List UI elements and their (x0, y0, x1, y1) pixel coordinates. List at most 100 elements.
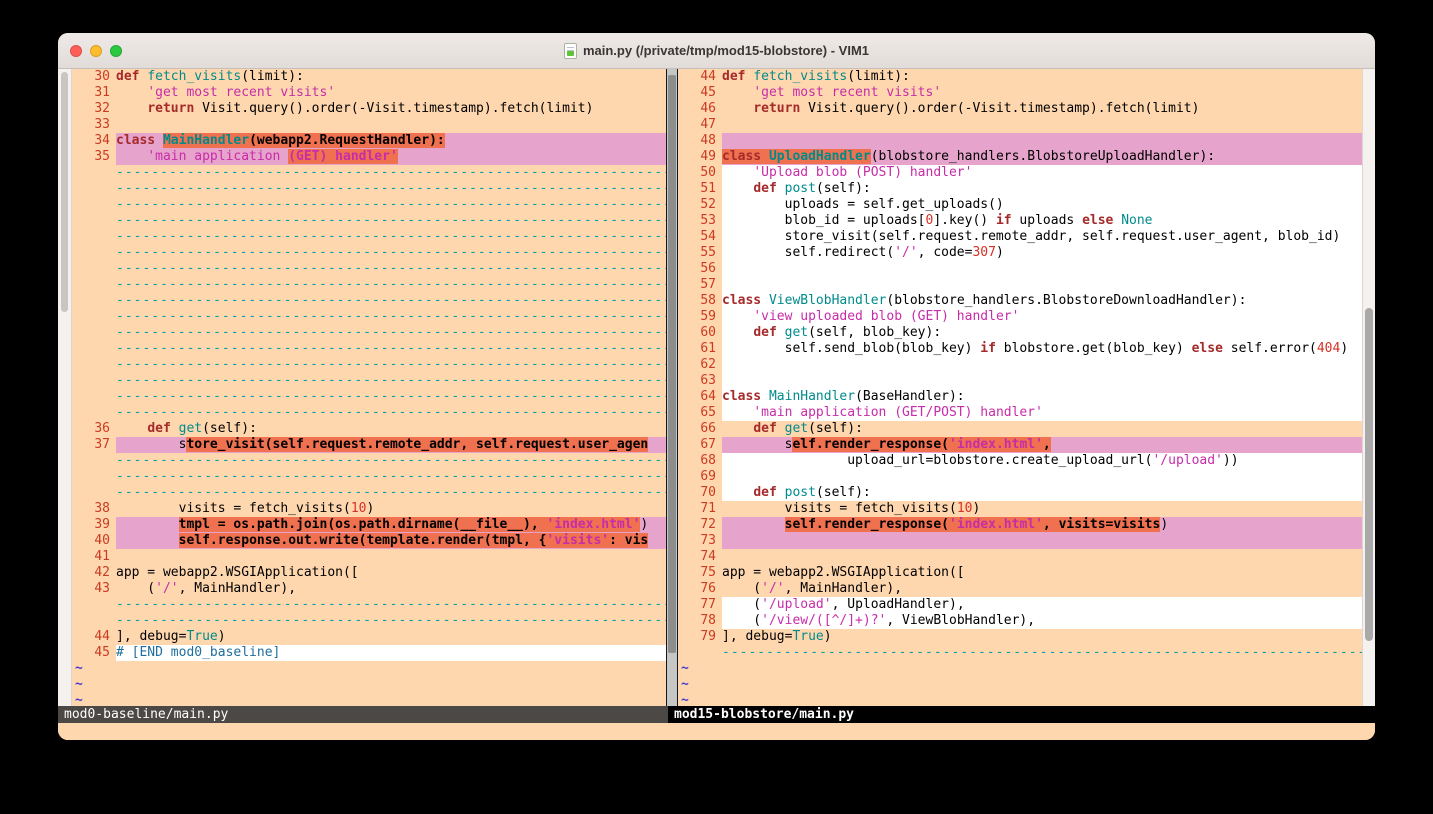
code-line[interactable]: 59 'view uploaded blob (GET) handler' (678, 309, 1362, 325)
code-line[interactable]: 72 self.render_response('index.html', vi… (678, 517, 1362, 533)
code-line[interactable]: 68 upload_url=blobstore.create_upload_ur… (678, 453, 1362, 469)
code-line[interactable]: 33 (72, 117, 666, 133)
line-number: 49 (678, 149, 722, 165)
code-line[interactable]: 62 (678, 357, 1362, 373)
minimize-button[interactable] (90, 45, 102, 57)
code-token: get (785, 325, 808, 340)
filler-dashes-container: ----------------------------------------… (116, 181, 666, 197)
right-scrollbar-thumb[interactable] (1365, 308, 1373, 641)
code-line[interactable]: 64class MainHandler(BaseHandler): (678, 389, 1362, 405)
code-line[interactable]: 32 return Visit.query().order(-Visit.tim… (72, 101, 666, 117)
code-line[interactable]: 78 ('/view/([^/]+)?', ViewBlobHandler), (678, 613, 1362, 629)
code-line[interactable]: 53 blob_id = uploads[0].key() if uploads… (678, 213, 1362, 229)
code-line[interactable]: 38 visits = fetch_visits(10) (72, 501, 666, 517)
code-line[interactable]: 70 def post(self): (678, 485, 1362, 501)
code-token: ) (824, 629, 832, 644)
line-number: 44 (678, 69, 722, 85)
diff-filler-line: ----------------------------------------… (72, 213, 666, 229)
code-line[interactable]: 45 'get most recent visits' (678, 85, 1362, 101)
code-line[interactable]: 75app = webapp2.WSGIApplication([ (678, 565, 1362, 581)
line-number: 67 (678, 437, 722, 453)
code-token: '/view/([^/]+)?' (761, 613, 886, 628)
zoom-button[interactable] (110, 45, 122, 57)
code-line[interactable]: 44], debug=True) (72, 629, 666, 645)
left-scrollbar[interactable] (58, 69, 72, 706)
code-line[interactable]: 47 (678, 117, 1362, 133)
code-line[interactable]: 65 'main application (GET/POST) handler' (678, 405, 1362, 421)
code-line[interactable]: 52 uploads = self.get_uploads() (678, 197, 1362, 213)
line-number: 31 (72, 85, 116, 101)
line-number: 42 (72, 565, 116, 581)
left-scrollbar-thumb[interactable] (61, 72, 68, 312)
code-line[interactable]: 61 self.send_blob(blob_key) if blobstore… (678, 341, 1362, 357)
code-line[interactable]: 55 self.redirect('/', code=307) (678, 245, 1362, 261)
code-line[interactable]: 45# [END mod0_baseline] (72, 645, 666, 661)
code-line[interactable]: 69 (678, 469, 1362, 485)
window-split-scrollbar[interactable] (666, 69, 678, 706)
code-line[interactable]: 30def fetch_visits(limit): (72, 69, 666, 85)
code-line[interactable]: 67 self.render_response('index.html', (678, 437, 1362, 453)
filler-dashes-container: ----------------------------------------… (116, 485, 666, 501)
right-pane[interactable]: 44def fetch_visits(limit):45 'get most r… (678, 69, 1362, 706)
code-token (722, 309, 753, 324)
code-line[interactable]: 46 return Visit.query().order(-Visit.tim… (678, 101, 1362, 117)
filler-dashes: ----------------------------------------… (116, 165, 666, 180)
right-scrollbar[interactable] (1362, 69, 1375, 706)
line-number (72, 453, 116, 469)
code-text: ('/', MainHandler), (722, 581, 1362, 597)
diff-filler-line: ----------------------------------------… (72, 293, 666, 309)
code-line[interactable]: 36 def get(self): (72, 421, 666, 437)
code-token: , MainHandler), (179, 581, 296, 596)
code-line[interactable]: 60 def get(self, blob_key): (678, 325, 1362, 341)
line-number: 55 (678, 245, 722, 261)
code-line[interactable]: 56 (678, 261, 1362, 277)
code-line[interactable]: 71 visits = fetch_visits(10) (678, 501, 1362, 517)
code-line[interactable]: 77 ('/upload', UploadHandler), (678, 597, 1362, 613)
close-button[interactable] (70, 45, 82, 57)
code-token: 'get most recent visits' (147, 85, 335, 100)
code-text: return Visit.query().order(-Visit.timest… (116, 101, 666, 117)
tilde-line: ~ (72, 693, 666, 706)
code-line[interactable]: 51 def post(self): (678, 181, 1362, 197)
code-line[interactable]: 48 (678, 133, 1362, 149)
filler-dashes: ----------------------------------------… (116, 309, 666, 324)
code-line[interactable]: 57 (678, 277, 1362, 293)
left-pane[interactable]: 30def fetch_visits(limit):31 'get most r… (72, 69, 666, 706)
code-line[interactable]: 74 (678, 549, 1362, 565)
code-line[interactable]: 37 store_visit(self.request.remote_addr,… (72, 437, 666, 453)
filler-dashes-container: ----------------------------------------… (116, 597, 666, 613)
filler-dashes: ----------------------------------------… (722, 645, 1362, 660)
code-line[interactable]: 79], debug=True) (678, 629, 1362, 645)
code-line[interactable]: 39 tmpl = os.path.join(os.path.dirname(_… (72, 517, 666, 533)
code-line[interactable]: 58class ViewBlobHandler(blobstore_handle… (678, 293, 1362, 309)
line-number: 58 (678, 293, 722, 309)
code-line[interactable]: 50 'Upload blob (POST) handler' (678, 165, 1362, 181)
code-token: post (785, 485, 816, 500)
line-number (72, 165, 116, 181)
code-line[interactable]: 35 'main application (GET) handler' (72, 149, 666, 165)
tilde-marker: ~ (72, 693, 83, 706)
code-line[interactable]: 49class UploadHandler(blobstore_handlers… (678, 149, 1362, 165)
code-line[interactable]: 31 'get most recent visits' (72, 85, 666, 101)
filler-dashes-container: ----------------------------------------… (116, 293, 666, 309)
code-line[interactable]: 34class MainHandler(webapp2.RequestHandl… (72, 133, 666, 149)
line-number (72, 341, 116, 357)
filler-dashes: ----------------------------------------… (116, 229, 666, 244)
code-line[interactable]: 44def fetch_visits(limit): (678, 69, 1362, 85)
code-line[interactable]: 41 (72, 549, 666, 565)
command-line[interactable] (58, 723, 1375, 740)
line-number: 66 (678, 421, 722, 437)
code-line[interactable]: 63 (678, 373, 1362, 389)
tilde-line: ~ (72, 677, 666, 693)
code-line[interactable]: 54 store_visit(self.request.remote_addr,… (678, 229, 1362, 245)
code-line[interactable]: 66 def get(self): (678, 421, 1362, 437)
code-line[interactable]: 43 ('/', MainHandler), (72, 581, 666, 597)
code-line[interactable]: 76 ('/', MainHandler), (678, 581, 1362, 597)
line-number (72, 373, 116, 389)
code-token: , visits=visits (1043, 517, 1160, 532)
code-token (722, 421, 753, 436)
code-line[interactable]: 42app = webapp2.WSGIApplication([ (72, 565, 666, 581)
code-line[interactable]: 40 self.response.out.write(template.rend… (72, 533, 666, 549)
split-scrollbar-thumb[interactable] (668, 75, 676, 653)
code-line[interactable]: 73 (678, 533, 1362, 549)
